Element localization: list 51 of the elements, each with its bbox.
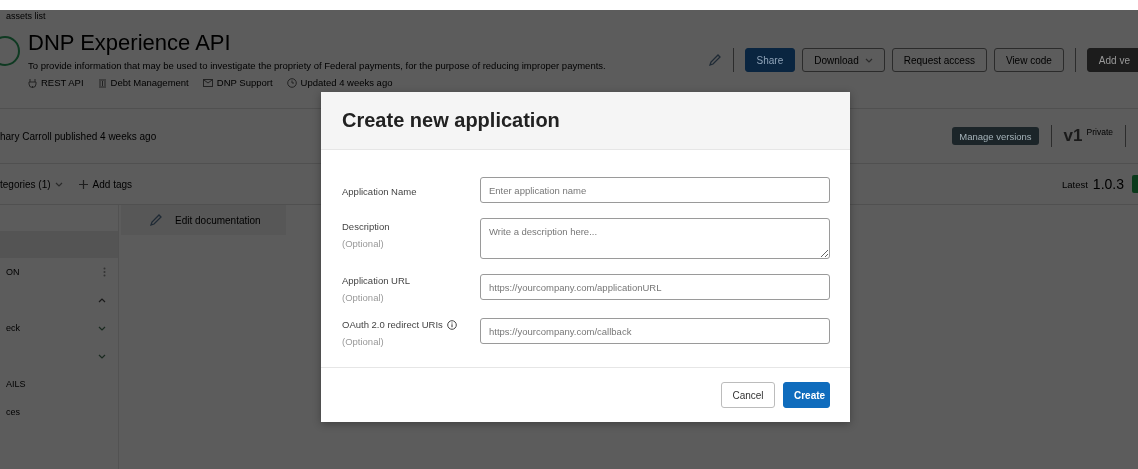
field-label: OAuth 2.0 redirect URIs [342,319,443,330]
cancel-button[interactable]: Cancel [721,382,775,408]
publish-note: hary Carroll published 4 weeks ago [0,130,157,142]
latest-version: 1.0.3 [1092,176,1124,192]
sidebar-item[interactable]: eck [6,323,20,333]
plus-icon [78,179,88,189]
clock-icon [286,77,297,88]
input-field[interactable]: https://yourcompany.com/callback [480,318,830,344]
sidebar-item[interactable]: ces [6,407,20,417]
pencil-icon[interactable] [149,213,163,227]
dialog-title: Create new application [342,109,560,132]
latest-label: Latest [1061,178,1088,190]
version-visibility: Private [1086,127,1113,137]
sidebar-item[interactable]: ON [6,267,20,277]
meta-text: REST API [41,77,84,88]
optional-hint: (Optional) [342,292,385,303]
api-description: To provide information that may be used to investigate the propriety of Federal payments, for the purpose of reducing improper payments. [28,60,607,71]
optional-hint: (Optional) [342,336,385,347]
header-button[interactable]: View code [993,48,1064,72]
categories-dropdown[interactable]: tegories (1) [0,178,51,190]
header-button[interactable]: Add ve [1086,48,1138,72]
edit-documentation-button[interactable]: Edit documentation [121,205,286,235]
field-label: Application Name [342,186,417,197]
field-label: Application URL [342,275,411,286]
chevron-down-icon [864,57,873,63]
mail-icon [202,78,213,87]
add-tags-link[interactable]: Add tags [92,178,133,190]
optional-hint: (Optional) [342,238,385,249]
meta-text: Debt Management [110,77,189,88]
create-button[interactable]: Create [783,382,830,408]
api-title: DNP Experience API [28,30,232,56]
plug-icon [28,77,37,88]
more-icon[interactable] [103,267,106,277]
input-field[interactable]: https://yourcompany.com/applicationURL [480,274,830,300]
breadcrumb-link[interactable]: assets list [0,11,1138,22]
info-icon[interactable] [446,319,457,330]
field-label: Description [342,221,390,232]
meta-text: DNP Support [216,77,273,88]
header-button[interactable]: Request access [891,48,987,72]
sidebar-item[interactable]: AILS [6,379,26,389]
manage-versions-button[interactable]: Manage versions [952,127,1039,145]
version-name: v1 [1063,126,1083,146]
description-field[interactable]: Write a description here... [480,218,830,259]
meta-text: Updated 4 weeks ago [300,77,393,88]
building-icon [97,77,107,88]
download-dropdown[interactable]: Download [802,48,885,72]
status-badge [1132,175,1138,193]
header-button[interactable]: Share [744,48,796,72]
pencil-icon[interactable] [707,53,722,67]
input-field[interactable]: Enter application name [480,177,830,203]
chevron-down-icon [54,181,63,187]
